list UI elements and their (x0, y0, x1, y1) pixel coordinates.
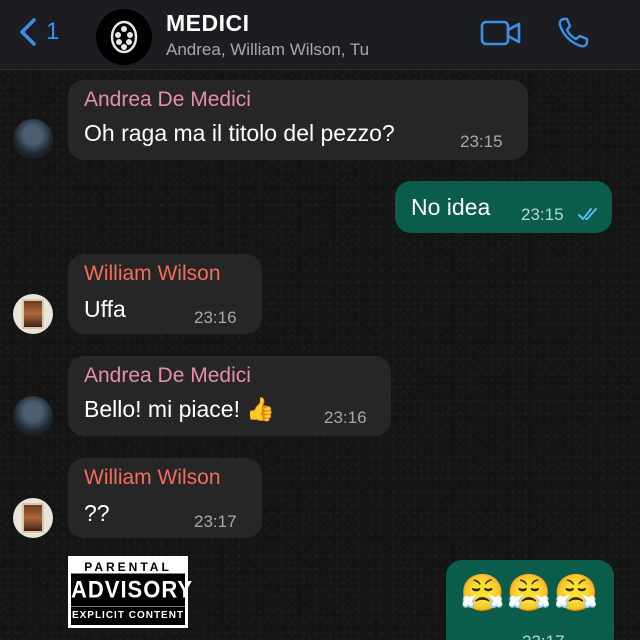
message-bubble[interactable]: 😤😤😤 23:17 (446, 560, 614, 640)
message-bubble[interactable]: William Wilson Uffa 23:16 (68, 254, 262, 334)
sticker-line2: ADVISORY (71, 573, 192, 607)
message-text: No idea (411, 194, 491, 220)
avatar-william[interactable] (13, 294, 53, 334)
message-text: ?? (84, 500, 110, 526)
unread-count: 1 (46, 18, 60, 45)
read-receipt-icon (578, 208, 597, 221)
sender-name: William Wilson (84, 466, 221, 489)
group-members[interactable]: Andrea, William Wilson, Tu (166, 40, 369, 60)
group-name[interactable]: MEDICI (166, 10, 250, 37)
message-bubble[interactable]: Andrea De Medici Bello! mi piace! 👍 23:1… (68, 356, 391, 436)
message-text: Uffa (84, 296, 126, 322)
message-time: 23:16 (324, 408, 367, 427)
avatar-andrea[interactable] (13, 119, 53, 159)
video-call-icon[interactable] (480, 18, 522, 48)
message-bubble[interactable]: No idea 23:15 (395, 181, 612, 233)
message-time: 23:15 (521, 205, 564, 224)
phone-icon[interactable] (556, 16, 590, 50)
message-bubble[interactable]: William Wilson ?? 23:17 (68, 458, 262, 538)
sender-name: Andrea De Medici (84, 88, 251, 111)
message-text: Bello! mi piace! 👍 (84, 396, 275, 422)
back-chevron-icon (20, 18, 36, 46)
message-time: 23:17 (194, 512, 237, 531)
sender-name: William Wilson (84, 262, 221, 285)
back-button[interactable]: 1 (16, 16, 59, 48)
avatar-william[interactable] (13, 498, 53, 538)
parental-advisory-sticker[interactable]: PARENTAL ADVISORY EXPLICIT CONTENT (68, 556, 192, 628)
message-bubble[interactable]: Andrea De Medici Oh raga ma il titolo de… (68, 80, 528, 160)
message-time: 23:15 (460, 132, 503, 151)
message-time: 23:17 (522, 632, 565, 640)
message-text: 😤😤😤 (460, 572, 601, 613)
message-time: 23:16 (194, 308, 237, 327)
group-crest-icon (110, 20, 138, 54)
sender-name: Andrea De Medici (84, 364, 251, 387)
chat-header: 1 MEDICI Andrea, William Wilson, Tu (0, 0, 640, 70)
avatar-andrea[interactable] (13, 396, 53, 436)
message-text: Oh raga ma il titolo del pezzo? (84, 120, 395, 146)
group-avatar[interactable] (96, 9, 152, 65)
sticker-line3: EXPLICIT CONTENT (71, 607, 185, 625)
